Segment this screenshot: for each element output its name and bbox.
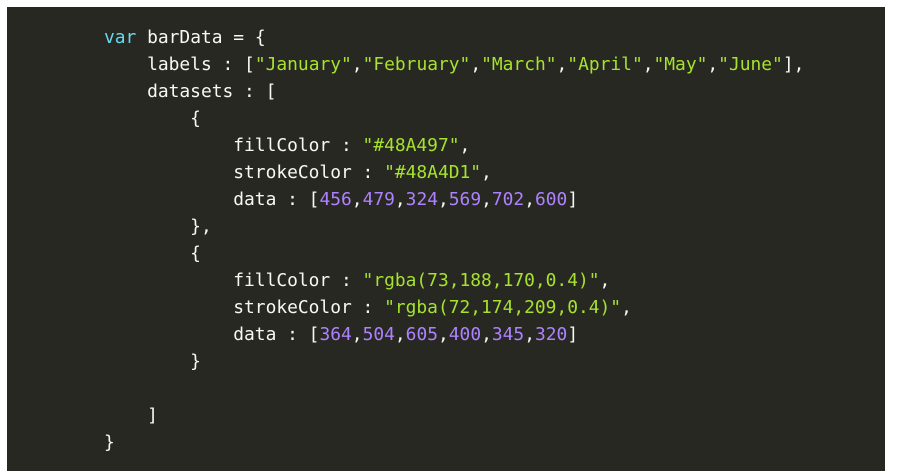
code-line-7: data : [456,479,324,569,702,600]	[233, 189, 579, 210]
data-number: 479	[362, 189, 395, 210]
code-line-16: }	[104, 432, 115, 453]
data-number: 400	[448, 324, 482, 345]
keyword-var: var	[104, 27, 137, 48]
code-line-10: fillColor : "rgba(73,188,170,0.4)",	[233, 270, 611, 291]
label-string: "February"	[362, 54, 471, 75]
label-string: "June"	[718, 54, 783, 75]
data-number: 456	[319, 189, 352, 210]
code-line-2: labels : ["January","February","March","…	[147, 54, 805, 75]
data-number: 364	[319, 324, 352, 345]
fill-color-key: fillColor	[233, 270, 331, 291]
stroke-color-value: "#48A4D1"	[384, 162, 482, 183]
data-number: 702	[491, 189, 525, 210]
code-line-8: },	[104, 216, 212, 237]
label-string: "January"	[254, 54, 352, 75]
variable-name: barData	[147, 27, 223, 48]
data-key: data	[233, 189, 277, 210]
data-key: data	[233, 324, 277, 345]
label-string: "March"	[481, 54, 557, 75]
data-number: 569	[448, 189, 482, 210]
data-number: 320	[535, 324, 568, 345]
code-line-11: strokeColor : "rgba(72,174,209,0.4)",	[233, 297, 632, 318]
code-line-6: strokeColor : "#48A4D1",	[233, 162, 492, 183]
code-listing: var barData = { labels : ["January","Feb…	[104, 24, 804, 456]
fill-color-key: fillColor	[233, 135, 331, 156]
data-number: 345	[491, 324, 525, 345]
fill-color-value: "rgba(73,188,170,0.4)"	[362, 270, 600, 291]
label-string: "May"	[653, 54, 708, 75]
code-line-9: {	[104, 243, 201, 264]
label-string: "April"	[567, 54, 643, 75]
data-number: 605	[405, 324, 438, 345]
code-line-3: datasets : [	[147, 81, 277, 102]
code-line-12: data : [364,504,605,400,345,320]	[233, 324, 579, 345]
datasets-key: datasets	[147, 81, 234, 102]
data-number: 504	[362, 324, 395, 345]
code-line-4: {	[104, 108, 201, 129]
fill-color-value: "#48A497"	[362, 135, 460, 156]
code-line-13: }	[104, 351, 201, 372]
stroke-color-value: "rgba(72,174,209,0.4)"	[384, 297, 622, 318]
data-number: 600	[535, 189, 568, 210]
code-line-1: var barData = {	[104, 27, 266, 48]
data-number: 324	[405, 189, 438, 210]
stroke-color-key: strokeColor	[233, 297, 352, 318]
stroke-color-key: strokeColor	[233, 162, 352, 183]
labels-key: labels	[147, 54, 212, 75]
code-line-15: ]	[104, 405, 158, 426]
code-line-5: fillColor : "#48A497",	[233, 135, 471, 156]
code-block: var barData = { labels : ["January","Feb…	[7, 7, 885, 471]
